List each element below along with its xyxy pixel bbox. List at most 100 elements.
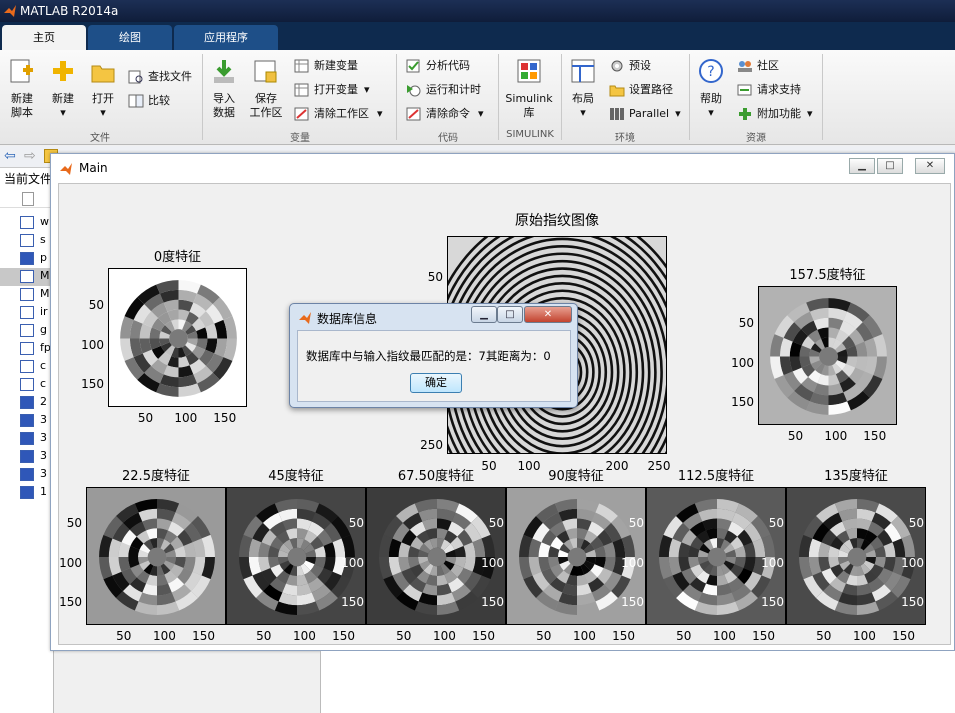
layout-label: 布局 <box>572 92 594 105</box>
open-button[interactable]: 打开 ▾ <box>86 92 120 120</box>
chevron-down-icon: ▾ <box>580 106 586 119</box>
file-list-item[interactable]: p <box>20 250 54 266</box>
file-list-item[interactable]: 3 <box>20 430 54 446</box>
ribbon-separator <box>822 54 823 140</box>
preferences-label: 预设 <box>629 59 651 72</box>
preferences-button[interactable]: 预设 <box>609 58 651 74</box>
dialog-minimize-button[interactable]: ▁ <box>471 306 497 323</box>
file-list-item[interactable]: s <box>20 232 54 248</box>
chevron-down-icon: ▾ <box>100 106 106 119</box>
plot-title: 157.5度特征 <box>789 268 866 283</box>
ok-button[interactable]: 确定 <box>410 373 462 393</box>
y-tick-label: 150 <box>731 394 754 409</box>
addons-button[interactable]: 附加功能 ▾ <box>737 106 813 122</box>
chevron-down-icon: ▾ <box>60 106 66 119</box>
new-script-button[interactable]: 新建 脚本 <box>4 92 40 120</box>
command-window-area <box>320 651 955 713</box>
find-files-button[interactable]: 查找文件 <box>128 69 192 85</box>
feature-plot-f1575 <box>758 286 897 425</box>
file-list-item[interactable]: 3 <box>20 466 54 482</box>
close-button[interactable]: ✕ <box>915 158 945 174</box>
feature-image <box>770 298 887 415</box>
new-script-label-1: 新建 <box>11 92 33 105</box>
feature-center <box>287 547 307 567</box>
help-button[interactable]: 帮助 ▾ <box>694 92 728 120</box>
feature-center <box>847 547 867 567</box>
file-name: p <box>40 251 47 264</box>
dialog-close-button[interactable]: ✕ <box>524 306 572 323</box>
tab-home[interactable]: 主页 <box>2 25 86 50</box>
ribbon-separator <box>202 54 203 140</box>
save-workspace-button[interactable]: 保存 工作区 <box>246 92 286 120</box>
simulink-library-button[interactable]: Simulink 库 <box>504 92 554 120</box>
file-list-item[interactable]: M <box>20 286 54 302</box>
file-list-item[interactable]: w <box>20 214 54 230</box>
clear-workspace-icon <box>294 107 309 121</box>
m-file-icon <box>20 324 34 337</box>
request-support-button[interactable]: 请求支持 <box>737 82 801 98</box>
set-path-button[interactable]: 设置路径 <box>609 82 673 98</box>
chevron-down-icon: ▾ <box>807 107 813 120</box>
file-name: c <box>40 359 47 372</box>
import-label-2: 数据 <box>213 106 235 119</box>
tab-apps[interactable]: 应用程序 <box>174 25 278 50</box>
new-variable-button[interactable]: 新建变量 <box>294 58 358 74</box>
x-tick-label: 50 <box>256 629 272 643</box>
file-name: s <box>40 233 46 246</box>
request-support-icon <box>737 84 752 96</box>
chevron-down-icon: ▾ <box>377 107 383 120</box>
file-name: 3 <box>40 449 47 462</box>
layout-button[interactable]: 布局 ▾ <box>566 92 600 120</box>
tab-plots[interactable]: 绘图 <box>88 25 172 50</box>
import-data-button[interactable]: 导入 数据 <box>206 92 242 120</box>
open-variable-button[interactable]: 打开变量 ▾ <box>294 82 370 98</box>
parallel-button[interactable]: Parallel ▾ <box>609 106 681 122</box>
y-tick-label: 100 <box>81 337 104 352</box>
minimize-button[interactable]: ▁ <box>849 158 875 174</box>
file-list-item[interactable]: 3 <box>20 412 54 428</box>
file-icon <box>22 192 34 206</box>
file-list-item[interactable]: fp <box>20 340 54 356</box>
x-tick-label: 50 <box>116 629 132 643</box>
analyze-code-button[interactable]: 分析代码 <box>406 58 470 74</box>
file-name: 3 <box>40 431 47 444</box>
y-tick-label: 50 <box>88 297 104 312</box>
set-path-folder-icon <box>609 85 625 97</box>
file-list-item[interactable]: c <box>20 376 54 392</box>
compare-label: 比较 <box>148 94 170 107</box>
maximize-button[interactable]: □ <box>877 158 903 174</box>
compare-button[interactable]: 比较 <box>128 93 170 109</box>
file-list-item[interactable]: 3 <box>20 448 54 464</box>
file-list-item[interactable]: 1 <box>20 484 54 500</box>
clear-workspace-button[interactable]: 清除工作区 ▾ <box>294 106 383 122</box>
x-tick-label: 100 <box>432 629 456 643</box>
x-tick-label: 150 <box>863 429 887 443</box>
back-arrow-icon[interactable]: ⇦ <box>4 148 16 164</box>
file-list-item[interactable]: 2 <box>20 394 54 410</box>
community-button[interactable]: 社区 <box>737 58 779 74</box>
x-tick-label: 150 <box>752 629 776 643</box>
dialog-maximize-button[interactable]: □ <box>497 306 523 323</box>
y-tick-label: 100 <box>341 556 364 571</box>
y-tick-label: 100 <box>761 556 784 571</box>
feature-center <box>427 547 447 567</box>
new-button[interactable]: 新建 ▾ <box>46 92 80 120</box>
clear-commands-button[interactable]: 清除命令 ▾ <box>406 106 484 122</box>
find-files-icon <box>128 70 143 84</box>
file-list-item[interactable]: g <box>20 322 54 338</box>
group-label-simulink: SIMULINK <box>506 129 554 140</box>
new-label: 新建 <box>52 92 74 105</box>
file-list-item[interactable]: M <box>20 268 54 284</box>
new-icon <box>53 61 73 81</box>
y-tick-label: 150 <box>481 594 504 609</box>
forward-arrow-icon[interactable]: ⇨ <box>24 148 36 164</box>
y-tick-label: 50 <box>488 516 504 531</box>
community-label: 社区 <box>757 59 779 72</box>
file-list-item[interactable]: ir <box>20 304 54 320</box>
run-and-time-button[interactable]: 运行和计时 <box>406 82 481 98</box>
y-tick-label: 50 <box>908 516 924 531</box>
file-name: 2 <box>40 395 47 408</box>
simulink-label-1: Simulink <box>505 92 553 105</box>
file-list-item[interactable]: c <box>20 358 54 374</box>
app-title: MATLAB R2014a <box>20 4 119 18</box>
